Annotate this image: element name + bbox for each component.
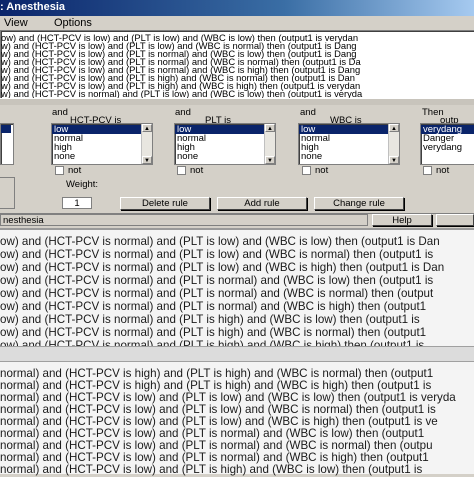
menu-bar: View Options: [0, 16, 474, 30]
separator: [0, 346, 474, 362]
scroll-down-icon[interactable]: ▼: [142, 156, 152, 164]
not-checkbox[interactable]: [177, 166, 186, 175]
first-input-list[interactable]: [0, 123, 14, 165]
scroll-down-icon[interactable]: ▼: [265, 156, 275, 164]
scrollbar[interactable]: ▲ ▼: [141, 124, 152, 164]
scroll-down-icon[interactable]: ▼: [389, 156, 399, 164]
not-label: not: [315, 165, 329, 176]
scrollbar[interactable]: ▲ ▼: [264, 124, 275, 164]
help-button[interactable]: Help: [372, 214, 432, 226]
delete-rule-button[interactable]: Delete rule: [120, 197, 210, 210]
scroll-up-icon[interactable]: ▲: [142, 124, 152, 132]
weight-label: Weight:: [66, 179, 99, 190]
plt-list[interactable]: low normal high none ▲ ▼: [174, 123, 276, 165]
list-item[interactable]: none: [54, 152, 75, 162]
wbc-list[interactable]: low normal high none ▲ ▼: [298, 123, 400, 165]
rule-text: normal) and (HCT-PCV is low) and (PLT is…: [0, 463, 423, 476]
and-label: and: [52, 107, 68, 118]
change-rule-button[interactable]: Change rule: [314, 197, 404, 210]
list-item-selected[interactable]: [1, 125, 11, 133]
close-button[interactable]: [436, 214, 474, 226]
add-rule-button[interactable]: Add rule: [217, 197, 307, 210]
not-checkbox[interactable]: [55, 166, 64, 175]
not-checkbox[interactable]: [423, 166, 432, 175]
list-item[interactable]: verydang: [423, 143, 462, 153]
not-label: not: [68, 165, 82, 176]
window-title: : Anesthesia: [0, 1, 66, 13]
status-row: nesthesia Help: [0, 213, 474, 227]
rule-editor: and HCT-PCV is and PLT is and WBC is The…: [0, 105, 474, 213]
and-label: and: [300, 107, 316, 118]
and-label: and: [175, 107, 191, 118]
title-bar: : Anesthesia: [0, 0, 474, 16]
list-item[interactable]: none: [177, 152, 198, 162]
not-checkbox[interactable]: [302, 166, 311, 175]
scroll-up-icon[interactable]: ▲: [389, 124, 399, 132]
hct-list[interactable]: low normal high none ▲ ▼: [51, 123, 153, 165]
rule-list[interactable]: ow) and (HCT-PCV is low) and (PLT is low…: [0, 30, 474, 100]
not-label: not: [190, 165, 204, 176]
rules-view-2: normal) and (HCT-PCV is high) and (PLT i…: [0, 362, 474, 476]
list-item[interactable]: none: [301, 152, 322, 162]
menu-view[interactable]: View: [4, 17, 28, 29]
output-list[interactable]: verydang Danger verydang: [420, 123, 474, 165]
menu-options[interactable]: Options: [54, 17, 92, 29]
scroll-up-icon[interactable]: ▲: [265, 124, 275, 132]
status-text: nesthesia: [0, 214, 368, 226]
not-label: not: [436, 165, 450, 176]
rules-view-1: ow) and (HCT-PCV is normal) and (PLT is …: [0, 228, 474, 352]
weight-input[interactable]: 1: [62, 197, 92, 209]
scrollbar[interactable]: ▲ ▼: [388, 124, 399, 164]
connection-group: [0, 177, 15, 209]
